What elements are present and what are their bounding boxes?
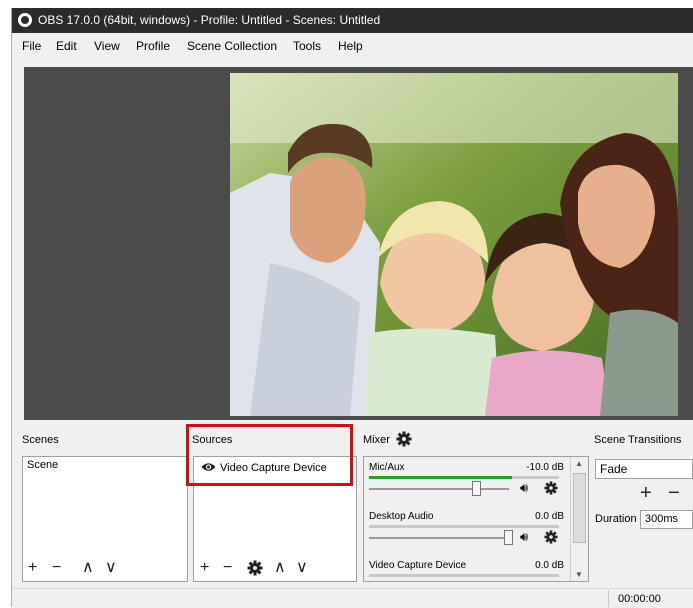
status-time: 00:00:00	[618, 593, 661, 605]
mixer-volume-slider[interactable]	[369, 488, 509, 490]
mixer-channel-db: -10.0 dB	[526, 462, 564, 473]
mixer-gear-icon[interactable]	[396, 431, 412, 450]
move-scene-down-button[interactable]: ∨	[105, 560, 117, 576]
transitions-dock-title: Scene Transitions	[594, 434, 682, 446]
scene-item[interactable]: Scene	[23, 457, 187, 473]
channel-gear-icon[interactable]	[544, 481, 558, 498]
menu-help[interactable]: Help	[338, 39, 363, 53]
mixer-volume-slider[interactable]	[369, 537, 509, 539]
mixer-meter	[369, 574, 559, 577]
scroll-up-icon[interactable]: ▲	[575, 459, 583, 468]
add-source-button[interactable]: +	[200, 560, 209, 576]
source-properties-gear-icon[interactable]	[247, 560, 263, 579]
mixer-dock-title: Mixer	[363, 434, 390, 446]
menu-view[interactable]: View	[94, 39, 120, 53]
menu-profile[interactable]: Profile	[136, 39, 170, 53]
obs-logo-icon	[18, 13, 32, 27]
preview-canvas[interactable]	[24, 67, 693, 420]
status-divider	[608, 590, 609, 607]
mixer-panel: Mic/Aux -10.0 dB 🔊︎ Desktop Audio 0.0 dB…	[363, 456, 589, 582]
obs-window: OBS 17.0.0 (64bit, windows) - Profile: U…	[12, 8, 693, 608]
mixer-channel-name: Desktop Audio	[369, 511, 434, 522]
duration-input[interactable]: 300ms	[640, 510, 693, 529]
scroll-down-icon[interactable]: ▼	[575, 570, 583, 579]
menu-scene-collection[interactable]: Scene Collection	[187, 39, 277, 53]
title-bar: OBS 17.0.0 (64bit, windows) - Profile: U…	[12, 8, 693, 33]
add-transition-button[interactable]: +	[640, 483, 652, 503]
mixer-volume-handle[interactable]	[504, 530, 513, 545]
status-bar	[12, 588, 693, 608]
menu-tools[interactable]: Tools	[293, 39, 321, 53]
move-source-up-button[interactable]: ∧	[274, 560, 286, 576]
move-source-down-button[interactable]: ∨	[296, 560, 308, 576]
mixer-scrollbar[interactable]: ▲ ▼	[570, 457, 588, 581]
mixer-meter-fill	[369, 476, 512, 479]
move-scene-up-button[interactable]: ∧	[82, 560, 94, 576]
video-capture-preview-image	[230, 73, 678, 416]
speaker-icon[interactable]: 🔊︎	[520, 529, 528, 545]
mixer-channel-db: 0.0 dB	[535, 560, 564, 571]
mixer-channel-name: Video Capture Device	[369, 560, 467, 571]
remove-transition-button[interactable]: −	[668, 483, 680, 503]
menu-edit[interactable]: Edit	[56, 39, 77, 53]
menu-bar: File Edit View Profile Scene Collection …	[12, 36, 693, 58]
mixer-volume-handle[interactable]	[472, 481, 481, 496]
sources-highlight-box	[186, 424, 353, 486]
speaker-icon[interactable]: 🔊︎	[520, 480, 528, 496]
mixer-channel-db: 0.0 dB	[535, 511, 564, 522]
duration-label: Duration	[595, 513, 637, 525]
transition-select[interactable]: Fade	[595, 459, 693, 479]
menu-file[interactable]: File	[22, 39, 41, 53]
channel-gear-icon[interactable]	[544, 530, 558, 547]
window-title: OBS 17.0.0 (64bit, windows) - Profile: U…	[38, 13, 381, 27]
mixer-channel-name: Mic/Aux	[369, 462, 405, 473]
remove-scene-button[interactable]: −	[52, 560, 61, 576]
mixer-scroll-thumb[interactable]	[573, 473, 586, 543]
mixer-meter	[369, 476, 559, 479]
scenes-dock-title: Scenes	[22, 434, 59, 446]
add-scene-button[interactable]: +	[28, 560, 37, 576]
mixer-meter	[369, 525, 559, 528]
remove-source-button[interactable]: −	[223, 560, 232, 576]
